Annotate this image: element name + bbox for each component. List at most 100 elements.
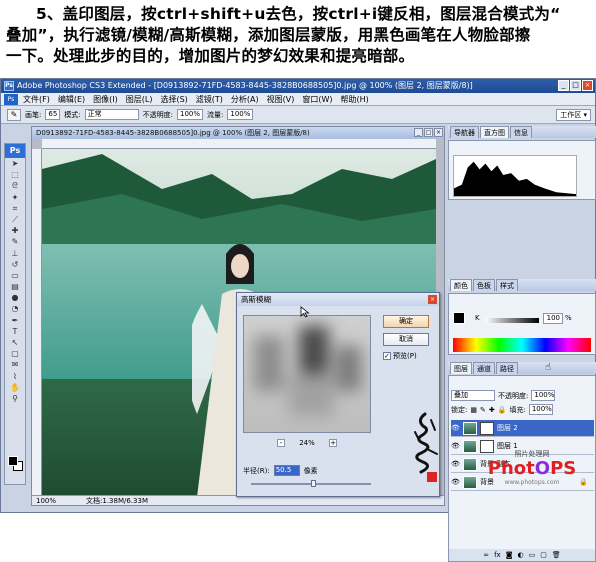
- doc-maximize-button[interactable]: □: [424, 128, 433, 137]
- shape-tool-icon[interactable]: ▢: [5, 348, 25, 359]
- fill-field[interactable]: 100%: [528, 404, 553, 415]
- dialog-title-bar: 高斯模糊 ×: [237, 293, 439, 306]
- pen-tool-icon[interactable]: ✒: [5, 315, 25, 326]
- opacity-field[interactable]: 100%: [177, 109, 204, 120]
- radius-input[interactable]: 50.5: [273, 465, 300, 476]
- tab-styles[interactable]: 样式: [496, 279, 518, 291]
- zoom-in-button[interactable]: +: [329, 439, 337, 447]
- ps-menu-icon[interactable]: Ps: [4, 94, 18, 105]
- gradient-tool-icon[interactable]: ▤: [5, 281, 25, 292]
- delete-layer-icon[interactable]: 🗑: [552, 549, 561, 561]
- mode-select[interactable]: 正常: [84, 109, 139, 120]
- adjustment-layer-icon[interactable]: ◐: [518, 549, 524, 561]
- k-value-field[interactable]: 100: [543, 313, 563, 324]
- healing-tool-icon[interactable]: ✚: [5, 225, 25, 236]
- tab-paths[interactable]: 路径: [496, 362, 518, 374]
- color-spectrum[interactable]: [453, 338, 591, 352]
- menu-help[interactable]: 帮助(H): [341, 93, 369, 105]
- visibility-eye-icon[interactable]: 👁: [451, 460, 460, 469]
- path-select-icon[interactable]: ↖: [5, 337, 25, 348]
- flow-field[interactable]: 100%: [227, 109, 254, 120]
- preview-check-box[interactable]: ✓: [383, 352, 391, 360]
- tab-swatches[interactable]: 色板: [473, 279, 495, 291]
- menu-window[interactable]: 窗口(W): [302, 93, 332, 105]
- window-controls: _ □ ×: [558, 80, 593, 91]
- zoom-out-button[interactable]: -: [277, 439, 285, 447]
- lock-transparency-icon[interactable]: ▦: [470, 406, 477, 414]
- move-tool-icon[interactable]: ➤: [5, 158, 25, 169]
- new-group-icon[interactable]: ▭: [529, 549, 536, 561]
- layer-mask-thumbnail[interactable]: [480, 421, 494, 435]
- notes-tool-icon[interactable]: ✉: [5, 359, 25, 370]
- marquee-tool-icon[interactable]: ⬚: [5, 169, 25, 180]
- layer-style-icon[interactable]: fx: [494, 549, 501, 561]
- layer-row[interactable]: 👁 图层 2: [451, 420, 594, 437]
- preview-checkbox[interactable]: ✓ 预览(P): [383, 351, 417, 361]
- radius-slider[interactable]: [251, 480, 371, 487]
- close-button[interactable]: ×: [582, 80, 593, 91]
- lock-position-icon[interactable]: ✚: [489, 406, 495, 414]
- dodge-tool-icon[interactable]: ◔: [5, 303, 25, 314]
- site-watermark: 照片处理网 PhotOPS www.photops.com: [486, 449, 578, 497]
- brush-size-picker[interactable]: 65: [45, 109, 61, 120]
- watermark-logo-o: O: [534, 458, 551, 479]
- lock-row: 锁定: ▦ ✎ ✚ 🔒 填充: 100%: [451, 404, 553, 415]
- visibility-eye-icon[interactable]: 👁: [451, 442, 460, 451]
- zoom-level[interactable]: 100%: [36, 496, 56, 505]
- tab-color[interactable]: 颜色: [450, 279, 472, 291]
- tab-channels[interactable]: 通道: [473, 362, 495, 374]
- maximize-button[interactable]: □: [570, 80, 581, 91]
- dialog-close-icon[interactable]: ×: [428, 295, 437, 304]
- eraser-tool-icon[interactable]: ▭: [5, 270, 25, 281]
- visibility-eye-icon[interactable]: 👁: [451, 424, 460, 433]
- link-layers-icon[interactable]: ∞: [483, 549, 489, 561]
- tab-info[interactable]: 信息: [510, 126, 532, 138]
- radius-slider-thumb[interactable]: [311, 480, 316, 487]
- layer-opacity-field[interactable]: 100%: [531, 390, 556, 401]
- doc-minimize-button[interactable]: _: [414, 128, 423, 137]
- zoom-tool-icon[interactable]: ⚲: [5, 393, 25, 404]
- tab-navigator[interactable]: 导航器: [450, 126, 479, 138]
- menu-edit[interactable]: 编辑(E): [58, 93, 85, 105]
- tab-histogram[interactable]: 直方图: [480, 126, 509, 138]
- add-mask-icon[interactable]: ◙: [506, 549, 513, 561]
- lock-all-icon[interactable]: 🔒: [498, 406, 507, 414]
- menu-file[interactable]: 文件(F): [23, 93, 50, 105]
- blur-preview[interactable]: [243, 315, 371, 433]
- ps-app-icon: Ps: [4, 81, 14, 91]
- new-layer-icon[interactable]: ▢: [540, 549, 547, 561]
- tab-layers[interactable]: 图层: [450, 362, 472, 374]
- history-brush-icon[interactable]: ↺: [5, 259, 25, 270]
- slice-tool-icon[interactable]: ⟋: [5, 214, 25, 225]
- menu-analysis[interactable]: 分析(A): [231, 93, 259, 105]
- eyedropper-tool-icon[interactable]: ⌇: [5, 371, 25, 382]
- brush-tool-icon-2[interactable]: ✎: [5, 236, 25, 247]
- title-bar: Ps Adobe Photoshop CS3 Extended - [D0913…: [1, 79, 595, 93]
- lasso-tool-icon[interactable]: ᘓ: [5, 180, 25, 191]
- cancel-button[interactable]: 取消: [383, 333, 429, 346]
- menu-image[interactable]: 图像(I): [93, 93, 118, 105]
- blur-tool-icon[interactable]: ●: [5, 292, 25, 303]
- k-slider[interactable]: [485, 318, 539, 323]
- visibility-eye-icon[interactable]: 👁: [451, 478, 460, 487]
- foreground-color-swatch[interactable]: [8, 456, 18, 466]
- hand-tool-icon[interactable]: ✋: [5, 382, 25, 393]
- brush-tool-icon[interactable]: ✎: [7, 108, 21, 121]
- menu-filter[interactable]: 滤镜(T): [196, 93, 223, 105]
- menu-layer[interactable]: 图层(L): [126, 93, 153, 105]
- ok-button[interactable]: 确定: [383, 315, 429, 328]
- doc-close-button[interactable]: ×: [434, 128, 443, 137]
- blend-mode-select[interactable]: 叠加: [451, 390, 495, 401]
- menu-select[interactable]: 选择(S): [160, 93, 187, 105]
- minimize-button[interactable]: _: [558, 80, 569, 91]
- color-tabs: 颜色 色板 样式: [448, 279, 596, 291]
- lock-pixels-icon[interactable]: ✎: [480, 406, 486, 414]
- workspace-button[interactable]: 工作区 ▾: [556, 109, 591, 121]
- stamp-tool-icon[interactable]: ⊥: [5, 248, 25, 259]
- menu-view[interactable]: 视图(V): [267, 93, 295, 105]
- document-title: D0913892-71FD-4583-8445-3828B0688505]0.j…: [36, 129, 310, 137]
- magic-wand-icon[interactable]: ✦: [5, 192, 25, 203]
- color-panel-foreground[interactable]: [453, 312, 465, 324]
- crop-tool-icon[interactable]: ⌗: [5, 203, 25, 214]
- type-tool-icon[interactable]: T: [5, 326, 25, 337]
